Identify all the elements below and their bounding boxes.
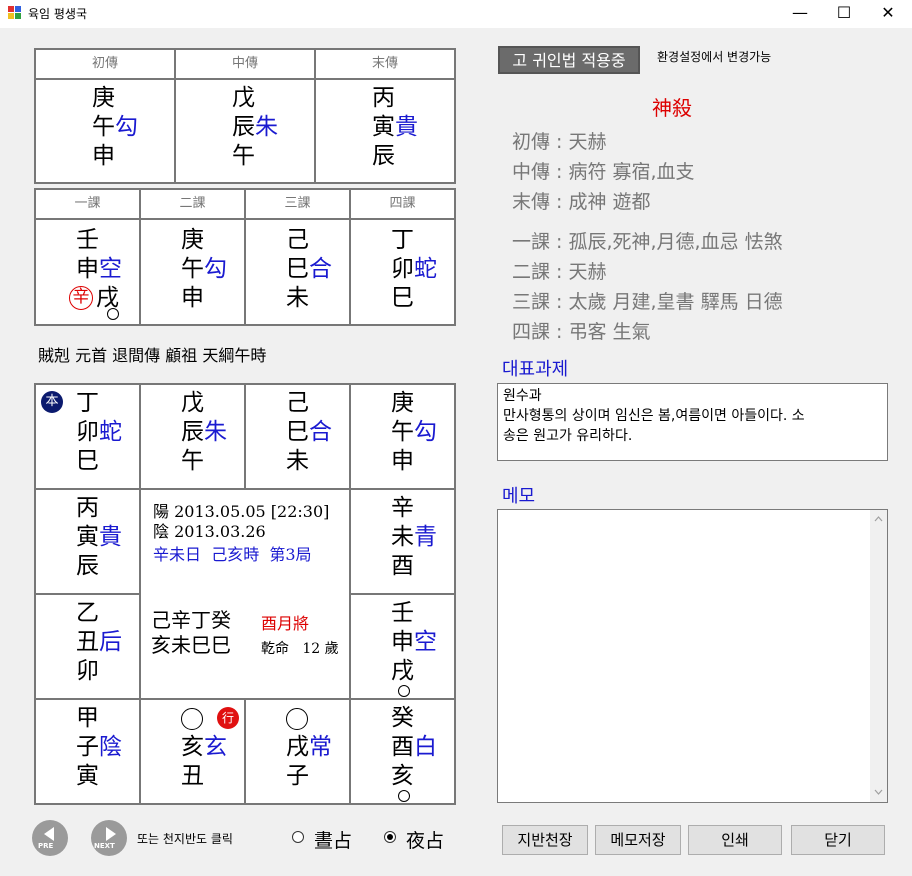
board-cell-mao[interactable]: 乙 丑后 卯	[35, 594, 140, 699]
board-cell-wu[interactable]: 戊 辰朱 午	[140, 384, 245, 489]
arrow-right-icon	[106, 827, 116, 841]
yin-date: 陰 2013.03.26	[153, 522, 266, 541]
prev-button[interactable]: PRE	[32, 820, 68, 856]
scroll-up-icon[interactable]	[874, 516, 883, 522]
ke-header-1: 一課	[35, 189, 140, 219]
arrow-left-icon	[44, 827, 54, 841]
ke-header-3: 三課	[245, 189, 350, 219]
empty-circle-icon	[286, 708, 308, 730]
ben-badge: 本	[41, 391, 63, 413]
ming-label: 乾命	[261, 641, 289, 657]
memo-title: 메모	[502, 486, 536, 507]
ke-cell-3[interactable]: 己 巳合 未	[245, 219, 350, 325]
guiin-note: 환경설정에서 변경가능	[657, 50, 772, 64]
xun-kong-mark: 辛	[69, 286, 93, 310]
tianpan-board: 本 丁 卯蛇 巳 戊 辰朱 午 己 巳合 未 庚 午勾 申 丙 寅貴 辰 辛 未…	[34, 383, 456, 805]
memo-save-button[interactable]: 메모저장	[595, 825, 681, 855]
chuan-cell-1[interactable]: 庚 午勾 申	[35, 79, 175, 183]
chuan-header-1: 初傳	[35, 49, 175, 79]
ke-header-2: 二課	[140, 189, 245, 219]
next-button[interactable]: NEXT	[91, 820, 127, 856]
kong-circle-icon	[398, 790, 410, 802]
shensha-line-ke2: 二課 : 天赫	[512, 261, 607, 283]
shensha-line-zhong: 中傳 : 病符 寡宿,血支	[512, 161, 695, 183]
board-cell-yin[interactable]: 甲 子陰 寅	[35, 699, 140, 804]
chuan-header-3: 末傳	[315, 49, 455, 79]
guiin-mode-button[interactable]: 고 귀인법 적용중	[498, 46, 640, 74]
chuan-cell-3[interactable]: 丙 寅貴 辰	[315, 79, 455, 183]
board-cell-wei[interactable]: 己 巳合 未	[245, 384, 350, 489]
ju-number: 第3局	[269, 545, 312, 564]
ke-summary: 賊剋 元首 退間傳 顧祖 天綱午時	[38, 346, 267, 365]
pillars-bottom: 亥未巳巳	[151, 633, 231, 657]
ke-cell-4[interactable]: 丁 卯蛇 巳	[350, 219, 455, 325]
xing-badge: 行	[217, 707, 239, 729]
memo-scrollbar[interactable]	[870, 510, 887, 802]
day-pillar: 辛未日	[153, 545, 202, 564]
ke-grid: 一課 二課 三課 四課 壬 申空 辛 戌 庚 午勾 申 己 巳合 未 丁 卯蛇 …	[34, 188, 456, 326]
pillars-top: 己辛丁癸	[151, 608, 231, 632]
board-cell-xu[interactable]: 壬 申空 戌	[350, 594, 455, 699]
board-center-info: 陽 2013.05.05 [22:30] 陰 2013.03.26 辛未日 己亥…	[140, 489, 350, 699]
empty-circle-icon	[181, 708, 203, 730]
shensha-line-ke3: 三課 : 太歲 月建,皇書 驛馬 日德	[512, 291, 783, 313]
ke-cell-2[interactable]: 庚 午勾 申	[140, 219, 245, 325]
close-window-button[interactable]: ✕	[866, 0, 910, 28]
board-cell-shen[interactable]: 庚 午勾 申	[350, 384, 455, 489]
maximize-button[interactable]: ☐	[822, 0, 866, 28]
window-title: 육임 평생국	[28, 7, 88, 21]
board-cell-si[interactable]: 本 丁 卯蛇 巳	[35, 384, 140, 489]
radio-day-circle[interactable]	[292, 831, 304, 843]
shensha-line-mo: 末傳 : 成神 遊都	[512, 191, 651, 213]
kong-circle-icon	[107, 308, 119, 320]
board-click-hint: 또는 천지반도 클릭	[137, 832, 233, 846]
chuan-cell-2[interactable]: 戊 辰朱 午	[175, 79, 315, 183]
yuejiang: 酉月將	[261, 614, 310, 633]
shensha-line-chu: 初傳 : 天赫	[512, 131, 607, 153]
shensha-line-ke1: 一課 : 孤辰,死神,月德,血忌 怯煞	[512, 231, 783, 253]
board-cell-you[interactable]: 辛 未青 酉	[350, 489, 455, 594]
shensha-line-ke4: 四課 : 弔客 生氣	[512, 321, 651, 343]
radio-night-circle[interactable]	[384, 831, 396, 843]
ke-cell-1[interactable]: 壬 申空 辛 戌	[35, 219, 140, 325]
radio-selected-dot	[387, 834, 393, 840]
board-cell-chen[interactable]: 丙 寅貴 辰	[35, 489, 140, 594]
close-button[interactable]: 닫기	[791, 825, 885, 855]
memo-textarea[interactable]	[497, 509, 888, 803]
yang-date: 陽 2013.05.05 [22:30]	[153, 502, 330, 521]
jiban-button[interactable]: 지반천장	[502, 825, 588, 855]
ke-header-4: 四課	[350, 189, 455, 219]
app-icon	[8, 6, 21, 19]
chuan-header-2: 中傳	[175, 49, 315, 79]
print-button[interactable]: 인쇄	[688, 825, 782, 855]
board-cell-hai[interactable]: 癸 酉白 亥	[350, 699, 455, 804]
rep-title: 대표과제	[502, 359, 569, 380]
kong-circle-icon	[398, 685, 410, 697]
title-bar: 육임 평생국 — ☐ ✕	[0, 0, 912, 28]
scroll-down-icon[interactable]	[874, 789, 883, 795]
chuan-grid: 初傳 中傳 末傳 庚 午勾 申 戊 辰朱 午 丙 寅貴 辰	[34, 48, 456, 184]
board-cell-chou[interactable]: 行 亥玄 丑	[140, 699, 245, 804]
hour-pillar: 己亥時	[211, 545, 260, 564]
shensha-title: 神殺	[652, 96, 692, 120]
rep-textbox[interactable]: 원수과 만사형통의 상이며 임신은 봄,여름이면 아들이다. 소 송은 원고가 …	[497, 383, 888, 461]
board-cell-zi[interactable]: 戌常 子	[245, 699, 350, 804]
age-label: 12 歲	[302, 641, 339, 657]
minimize-button[interactable]: —	[778, 0, 822, 28]
